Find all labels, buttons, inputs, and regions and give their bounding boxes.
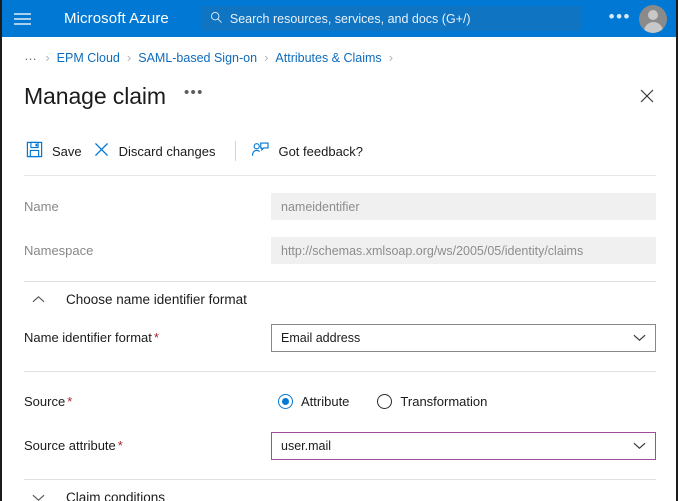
save-floppy-icon bbox=[26, 141, 43, 161]
breadcrumb-separator-icon: › bbox=[127, 50, 131, 65]
hamburger-line bbox=[14, 18, 31, 20]
name-identifier-format-value: Email address bbox=[281, 331, 633, 345]
cancel-x-icon bbox=[93, 141, 110, 161]
global-header: Microsoft Azure Search resources, servic… bbox=[2, 0, 676, 37]
source-attribute-label-text: Source attribute bbox=[24, 438, 116, 453]
required-marker: * bbox=[67, 394, 72, 409]
azure-brand-link[interactable]: Microsoft Azure bbox=[64, 10, 169, 27]
breadcrumb-item-saml-based-sign-on[interactable]: SAML-based Sign-on bbox=[138, 51, 257, 65]
breadcrumb-item-attributes-claims[interactable]: Attributes & Claims bbox=[275, 51, 381, 65]
section-rule-above-source bbox=[24, 371, 656, 372]
global-search-box[interactable]: Search resources, services, and docs (G+… bbox=[202, 6, 581, 31]
user-avatar-icon[interactable] bbox=[639, 5, 667, 33]
command-bar-rule bbox=[24, 175, 656, 176]
required-marker: * bbox=[154, 330, 159, 345]
command-bar: Save Discard changes Got feedback? bbox=[2, 133, 676, 169]
global-search-placeholder: Search resources, services, and docs (G+… bbox=[230, 12, 471, 26]
radio-dot-unselected-icon bbox=[377, 394, 392, 409]
chevron-up-icon bbox=[32, 295, 58, 304]
breadcrumb: … › EPM Cloud › SAML-based Sign-on › Att… bbox=[2, 44, 676, 71]
header-more-icon[interactable]: ••• bbox=[601, 8, 639, 30]
chevron-down-icon bbox=[633, 333, 650, 342]
name-identifier-format-label: Name identifier format* bbox=[24, 330, 271, 345]
command-bar-divider bbox=[235, 141, 236, 161]
avatar-body bbox=[644, 22, 663, 33]
breadcrumb-separator-icon: › bbox=[45, 50, 49, 65]
field-row-source: Source* Attribute Transformation bbox=[24, 387, 656, 416]
breadcrumb-separator-icon: › bbox=[264, 50, 268, 65]
save-button-label: Save bbox=[52, 144, 82, 159]
breadcrumb-separator-icon: › bbox=[389, 50, 393, 65]
radio-dot-selected-icon bbox=[278, 394, 293, 409]
name-identifier-format-label-text: Name identifier format bbox=[24, 330, 152, 345]
required-marker: * bbox=[118, 438, 123, 453]
chevron-down-icon bbox=[32, 493, 58, 501]
field-row-namespace: Namespace http://schemas.xmlsoap.org/ws/… bbox=[24, 236, 656, 265]
hamburger-menu-icon[interactable] bbox=[2, 0, 42, 37]
global-header-actions: ••• bbox=[601, 0, 676, 37]
namespace-input-value: http://schemas.xmlsoap.org/ws/2005/05/id… bbox=[281, 244, 583, 258]
got-feedback-button[interactable]: Got feedback? bbox=[249, 136, 372, 166]
page-header: Manage claim ••• bbox=[2, 75, 676, 117]
source-attribute-value: user.mail bbox=[281, 439, 633, 453]
page-more-icon[interactable]: ••• bbox=[184, 84, 204, 108]
source-radio-transformation[interactable]: Transformation bbox=[377, 394, 487, 409]
discard-changes-button[interactable]: Discard changes bbox=[91, 136, 225, 166]
breadcrumb-item-epm-cloud[interactable]: EPM Cloud bbox=[57, 51, 120, 65]
hamburger-line bbox=[14, 23, 31, 25]
field-row-source-attribute: Source attribute* user.mail bbox=[24, 431, 656, 460]
chevron-down-icon bbox=[633, 441, 650, 450]
field-row-name-identifier-format: Name identifier format* Email address bbox=[24, 323, 656, 352]
namespace-input: http://schemas.xmlsoap.org/ws/2005/05/id… bbox=[271, 237, 656, 264]
field-row-name: Name nameidentifier bbox=[24, 192, 656, 221]
source-attribute-label: Source attribute* bbox=[24, 438, 271, 453]
source-group: Source* Attribute Transformation Source … bbox=[2, 387, 676, 460]
source-radio-group: Attribute Transformation bbox=[271, 394, 656, 409]
section-claim-conditions[interactable]: Claim conditions bbox=[2, 480, 676, 501]
name-identifier-format-dropdown[interactable]: Email address bbox=[271, 324, 656, 352]
source-radio-transformation-label: Transformation bbox=[400, 394, 487, 409]
name-field-label: Name bbox=[24, 199, 271, 214]
section-choose-name-identifier-format-label: Choose name identifier format bbox=[66, 292, 247, 307]
search-icon bbox=[210, 11, 223, 27]
avatar-head bbox=[648, 10, 658, 20]
hamburger-line bbox=[14, 13, 31, 15]
discard-changes-button-label: Discard changes bbox=[119, 144, 216, 159]
feedback-person-icon bbox=[251, 141, 269, 161]
page-title: Manage claim bbox=[24, 83, 166, 110]
namespace-field-label: Namespace bbox=[24, 243, 271, 258]
section-choose-name-identifier-format[interactable]: Choose name identifier format bbox=[2, 282, 676, 316]
breadcrumb-overflow-icon[interactable]: … bbox=[24, 48, 38, 67]
source-radio-attribute-label: Attribute bbox=[301, 394, 349, 409]
source-label-text: Source bbox=[24, 394, 65, 409]
azure-portal-window: Microsoft Azure Search resources, servic… bbox=[0, 0, 678, 501]
source-radio-attribute[interactable]: Attribute bbox=[278, 394, 349, 409]
section-claim-conditions-label: Claim conditions bbox=[66, 490, 165, 501]
save-button[interactable]: Save bbox=[24, 136, 91, 166]
got-feedback-button-label: Got feedback? bbox=[278, 144, 363, 159]
close-icon[interactable] bbox=[634, 83, 660, 109]
name-identifier-format-group: Name identifier format* Email address bbox=[2, 323, 676, 352]
source-label: Source* bbox=[24, 394, 271, 409]
manage-claim-form: Name nameidentifier Namespace http://sch… bbox=[2, 192, 676, 265]
name-input-value: nameidentifier bbox=[281, 200, 360, 214]
source-attribute-dropdown[interactable]: user.mail bbox=[271, 432, 656, 460]
name-input: nameidentifier bbox=[271, 193, 656, 220]
